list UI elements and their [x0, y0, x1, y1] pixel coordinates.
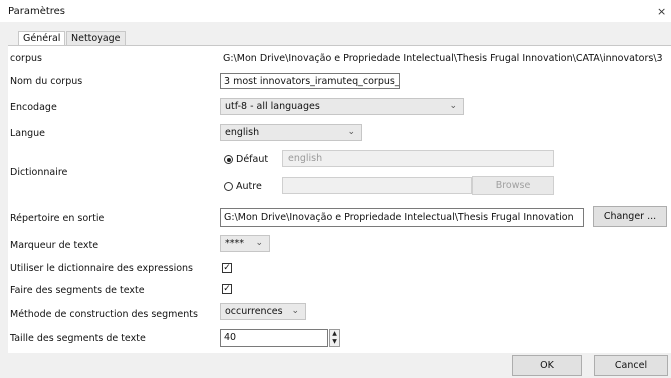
corpus-label: corpus: [10, 53, 42, 64]
browse-button[interactable]: Browse: [472, 176, 554, 195]
segment-method-label: Méthode de construction des segments: [10, 309, 198, 320]
cancel-button[interactable]: Cancel: [594, 355, 668, 376]
encoding-label: Encodage: [10, 102, 57, 113]
segment-size-label: Taille des segments de texte: [10, 333, 146, 344]
general-panel: [8, 45, 671, 353]
language-label: Langue: [10, 128, 46, 139]
corpus-path: G:\Mon Drive\Inovação e Propriedade Inte…: [223, 53, 663, 64]
corpus-name-label: Nom du corpus: [10, 76, 83, 87]
other-radio[interactable]: [224, 182, 233, 191]
text-marker-label: Marqueur de texte: [10, 240, 99, 251]
title-bar: [0, 0, 671, 22]
default-radio[interactable]: [224, 155, 233, 164]
chevron-down-icon: ⌄: [255, 238, 263, 248]
chevron-down-icon: ⌄: [291, 306, 299, 316]
default-radio-label: Défaut: [236, 154, 269, 165]
language-value: english: [225, 127, 260, 138]
other-radio-label: Autre: [236, 181, 262, 192]
chevron-down-icon: ⌄: [347, 127, 355, 137]
make-segments-checkbox[interactable]: ✓: [222, 284, 232, 294]
segment-method-select[interactable]: occurrences ⌄: [220, 303, 306, 320]
segment-size-spinner[interactable]: ▲ ▼: [329, 329, 340, 347]
corpus-name-input[interactable]: 3 most innovators_iramuteq_corpus_: [220, 73, 400, 89]
encoding-select[interactable]: utf-8 - all languages ⌄: [220, 98, 464, 115]
change-button[interactable]: Changer ...: [593, 206, 667, 227]
output-dir-input[interactable]: G:\Mon Drive\Inovação e Propriedade Inte…: [220, 208, 584, 227]
chevron-down-icon: ⌄: [449, 101, 457, 111]
default-dictionary-field: english: [282, 150, 554, 167]
dictionary-label: Dictionnaire: [10, 167, 68, 178]
make-segments-label: Faire des segments de texte: [10, 285, 145, 296]
text-marker-select[interactable]: **** ⌄: [220, 235, 270, 252]
spin-down-icon[interactable]: ▼: [330, 338, 339, 346]
output-dir-label: Répertoire en sortie: [10, 213, 105, 224]
other-dictionary-field: [282, 177, 472, 194]
use-expressions-checkbox[interactable]: ✓: [222, 263, 232, 273]
language-select[interactable]: english ⌄: [220, 124, 362, 141]
text-marker-value: ****: [225, 238, 244, 249]
ok-button[interactable]: OK: [512, 355, 582, 376]
tab-nettoyage[interactable]: Nettoyage: [66, 31, 126, 46]
window-title: Paramètres: [8, 6, 66, 17]
close-icon[interactable]: ×: [657, 5, 666, 18]
encoding-value: utf-8 - all languages: [225, 101, 320, 112]
segment-size-input[interactable]: 40: [220, 329, 328, 347]
use-expressions-label: Utiliser le dictionnaire des expressions: [10, 263, 193, 274]
segment-method-value: occurrences: [225, 306, 283, 317]
spin-up-icon[interactable]: ▲: [330, 330, 339, 338]
